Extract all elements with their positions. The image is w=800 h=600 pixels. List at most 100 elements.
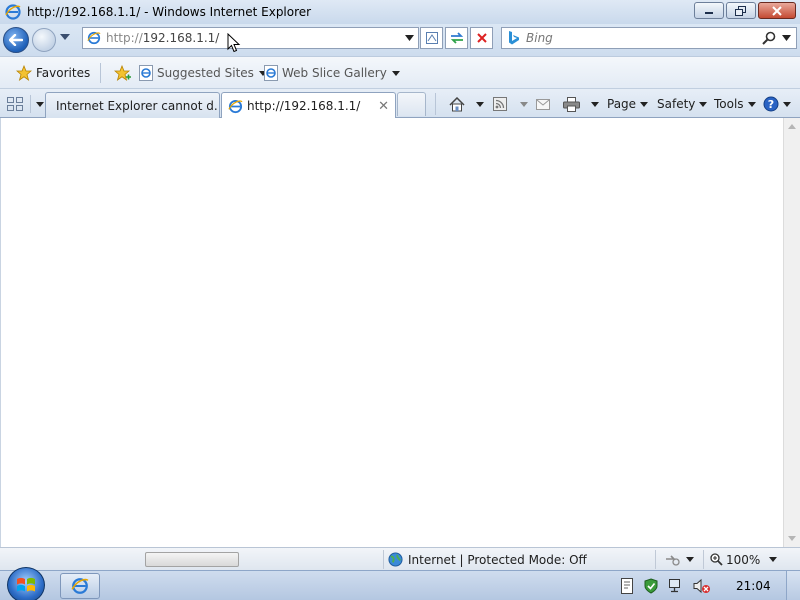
read-mail-button[interactable] xyxy=(536,93,550,115)
safety-menu-button[interactable]: Safety xyxy=(657,93,708,115)
page-ie-icon xyxy=(87,31,101,45)
security-shield-icon[interactable] xyxy=(643,578,659,594)
tab-bar: Internet Explorer cannot d... http://192… xyxy=(0,88,800,119)
minimize-button[interactable] xyxy=(694,2,724,19)
close-button[interactable] xyxy=(758,2,796,19)
search-dropdown-icon[interactable] xyxy=(782,35,791,41)
home-icon xyxy=(449,96,465,111)
zoom-level-label: 100% xyxy=(726,552,761,567)
safety-menu-label: Safety xyxy=(657,97,696,111)
title-bar: http://192.168.1.1/ - Windows Internet E… xyxy=(0,0,800,24)
tools-menu-label: Tools xyxy=(714,97,744,111)
windows-logo-icon xyxy=(17,577,35,592)
start-button[interactable] xyxy=(7,567,45,600)
new-tab-button[interactable] xyxy=(397,92,426,116)
page-menu-button[interactable]: Page xyxy=(607,93,649,115)
help-icon: ? xyxy=(763,96,779,112)
taskbar-ie-button[interactable] xyxy=(60,573,100,599)
address-scheme: http:// xyxy=(106,31,143,45)
search-input[interactable] xyxy=(526,31,756,45)
system-tray xyxy=(620,578,711,594)
page-content[interactable] xyxy=(0,118,783,547)
refresh-icon xyxy=(450,32,463,44)
scroll-down-icon[interactable] xyxy=(788,536,796,541)
svg-text:?: ? xyxy=(768,98,774,111)
security-zone[interactable]: Internet | Protected Mode: Off xyxy=(388,551,587,568)
add-to-favorites-bar-button[interactable] xyxy=(114,62,132,84)
chevron-down-icon xyxy=(391,70,400,76)
volume-muted-icon[interactable] xyxy=(693,578,711,594)
chevron-down-icon xyxy=(747,101,756,107)
chevron-down-icon xyxy=(686,556,694,562)
home-button[interactable] xyxy=(449,93,484,115)
mail-icon xyxy=(536,98,550,110)
bing-icon xyxy=(509,31,519,45)
compatibility-view-button[interactable] xyxy=(420,27,443,49)
maximize-button[interactable] xyxy=(726,2,756,19)
vertical-scrollbar[interactable] xyxy=(783,118,800,547)
scroll-up-icon[interactable] xyxy=(788,124,796,129)
window-title: http://192.168.1.1/ - Windows Internet E… xyxy=(27,5,312,19)
zoom-icon xyxy=(710,553,723,566)
tab-error-page[interactable]: Internet Explorer cannot d... xyxy=(45,92,220,118)
globe-icon xyxy=(388,552,403,567)
address-host: 192.168.1.1/ xyxy=(142,31,220,45)
separator xyxy=(703,550,704,569)
separator xyxy=(100,63,101,83)
web-slice-gallery-button[interactable]: Web Slice Gallery xyxy=(264,62,400,84)
restore-icon xyxy=(735,5,746,16)
action-center-icon[interactable] xyxy=(620,578,634,594)
rss-icon xyxy=(493,97,507,111)
network-icon[interactable] xyxy=(668,578,684,594)
taskbar: 21:04 xyxy=(0,567,800,600)
page-ie-icon xyxy=(264,65,278,81)
address-bar[interactable]: http://192.168.1.1/ xyxy=(82,27,419,49)
tab-label: Internet Explorer cannot d... xyxy=(56,98,220,113)
ie-icon xyxy=(5,4,21,20)
back-button[interactable] xyxy=(3,27,29,53)
page-ie-icon xyxy=(139,65,153,81)
search-box[interactable] xyxy=(501,27,797,49)
favorites-label: Favorites xyxy=(36,66,91,80)
address-dropdown-icon[interactable] xyxy=(405,35,414,41)
clock[interactable]: 21:04 xyxy=(736,579,771,593)
compatibility-view-icon xyxy=(425,32,438,44)
forward-button[interactable] xyxy=(32,28,56,52)
star-icon xyxy=(16,65,32,81)
zoom-dropdown-icon[interactable] xyxy=(769,557,777,562)
mouse-pointer-icon xyxy=(227,33,241,53)
chevron-down-icon[interactable] xyxy=(591,101,599,107)
tab-current[interactable]: http://192.168.1.1/ ✕ xyxy=(221,92,396,119)
close-tab-icon[interactable]: ✕ xyxy=(378,99,389,114)
progress-bar xyxy=(145,552,239,567)
help-button[interactable]: ? xyxy=(763,93,791,115)
tab-list-dropdown-icon[interactable] xyxy=(36,101,44,107)
feeds-button[interactable] xyxy=(493,93,528,115)
quick-tabs-icon xyxy=(7,97,23,111)
show-desktop-button[interactable] xyxy=(786,571,800,600)
chevron-down-icon xyxy=(699,101,708,107)
stop-icon xyxy=(476,33,487,43)
recent-pages-dropdown-icon[interactable] xyxy=(60,34,70,40)
suggested-sites-button[interactable]: Suggested Sites xyxy=(139,62,267,84)
refresh-button[interactable] xyxy=(445,27,468,49)
zoom-level-button[interactable]: 100% xyxy=(710,551,760,568)
ie-icon xyxy=(228,99,243,113)
change-protected-mode-button[interactable] xyxy=(664,552,694,566)
tab-label: http://192.168.1.1/ xyxy=(247,99,361,113)
suggested-sites-label: Suggested Sites xyxy=(157,66,254,80)
web-slice-gallery-label: Web Slice Gallery xyxy=(282,66,387,80)
status-bar: Internet | Protected Mode: Off 100% xyxy=(0,547,800,570)
chevron-down-icon[interactable] xyxy=(476,101,484,107)
print-button[interactable] xyxy=(563,93,599,115)
favorites-button[interactable]: Favorites xyxy=(10,62,96,84)
address-text[interactable]: http://192.168.1.1/ xyxy=(106,31,219,45)
chevron-down-icon xyxy=(640,101,649,107)
quick-tabs-button[interactable] xyxy=(6,93,44,115)
chevron-down-icon[interactable] xyxy=(520,101,528,107)
stop-button[interactable] xyxy=(470,27,493,49)
printer-icon xyxy=(563,96,580,112)
back-arrow-icon xyxy=(9,34,23,46)
tools-menu-button[interactable]: Tools xyxy=(714,93,756,115)
search-icon[interactable] xyxy=(762,31,776,45)
